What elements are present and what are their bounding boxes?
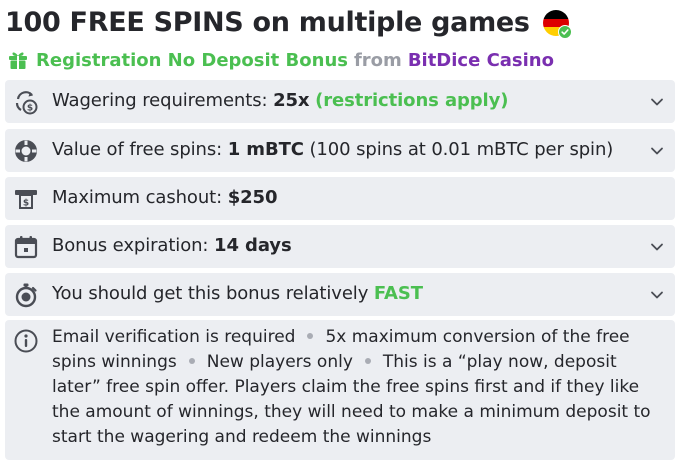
chevron-down-icon[interactable] — [649, 143, 665, 159]
bullet-separator — [188, 358, 195, 364]
chevron-down-icon[interactable] — [649, 239, 665, 255]
verified-check-icon — [557, 25, 572, 39]
svg-text:$: $ — [23, 198, 29, 208]
info-icon — [14, 329, 38, 353]
title-row: 100 FREE SPINS on multiple games — [5, 2, 572, 42]
bonus-type-link[interactable]: Registration No Deposit Bonus — [36, 50, 348, 71]
expiration-text: Bonus expiration: 14 days — [52, 235, 292, 256]
germany-flag-icon — [542, 10, 572, 39]
calendar-icon — [13, 234, 39, 260]
speed-text: You should get this bonus relatively FAS… — [52, 283, 423, 304]
speed-row[interactable]: You should get this bonus relatively FAS… — [5, 273, 675, 316]
chevron-down-icon[interactable] — [649, 94, 665, 110]
restrictions-link[interactable]: (restrictions apply) — [315, 90, 508, 111]
stopwatch-icon — [13, 282, 39, 308]
gift-icon — [9, 52, 27, 69]
from-label: from — [353, 49, 402, 71]
cashout-text: Maximum cashout: $250 — [52, 187, 278, 208]
cashout-icon: $ — [13, 186, 39, 212]
notes-text: Email verification is required 5x maximum… — [52, 325, 662, 450]
spin-chip-icon — [13, 138, 39, 164]
chevron-down-icon[interactable] — [649, 287, 665, 303]
expiration-row[interactable]: Bonus expiration: 14 days — [5, 225, 675, 268]
svg-text:$: $ — [27, 103, 33, 113]
page-title: 100 FREE SPINS on multiple games — [5, 6, 530, 38]
spin-value-row[interactable]: Value of free spins: 1 mBTC (100 spins a… — [5, 129, 675, 172]
bonus-subtitle: Registration No Deposit Bonus from BitDi… — [8, 47, 554, 73]
note-item: New players only — [206, 352, 353, 372]
cashout-row[interactable]: $ Maximum cashout: $250 — [5, 177, 675, 220]
bullet-separator — [364, 358, 371, 364]
bullet-separator — [307, 333, 314, 339]
casino-link[interactable]: BitDice Casino — [408, 50, 554, 71]
spin-value-text: Value of free spins: 1 mBTC (100 spins a… — [52, 139, 614, 160]
bonus-notes: Email verification is required 5x maximum… — [5, 320, 675, 460]
wagering-text: Wagering requirements: 25x (restrictions… — [52, 90, 509, 111]
wagering-icon: $ — [13, 89, 39, 115]
wagering-row[interactable]: $ Wagering requirements: 25x (restrictio… — [5, 80, 675, 123]
note-item: Email verification is required — [52, 327, 296, 347]
